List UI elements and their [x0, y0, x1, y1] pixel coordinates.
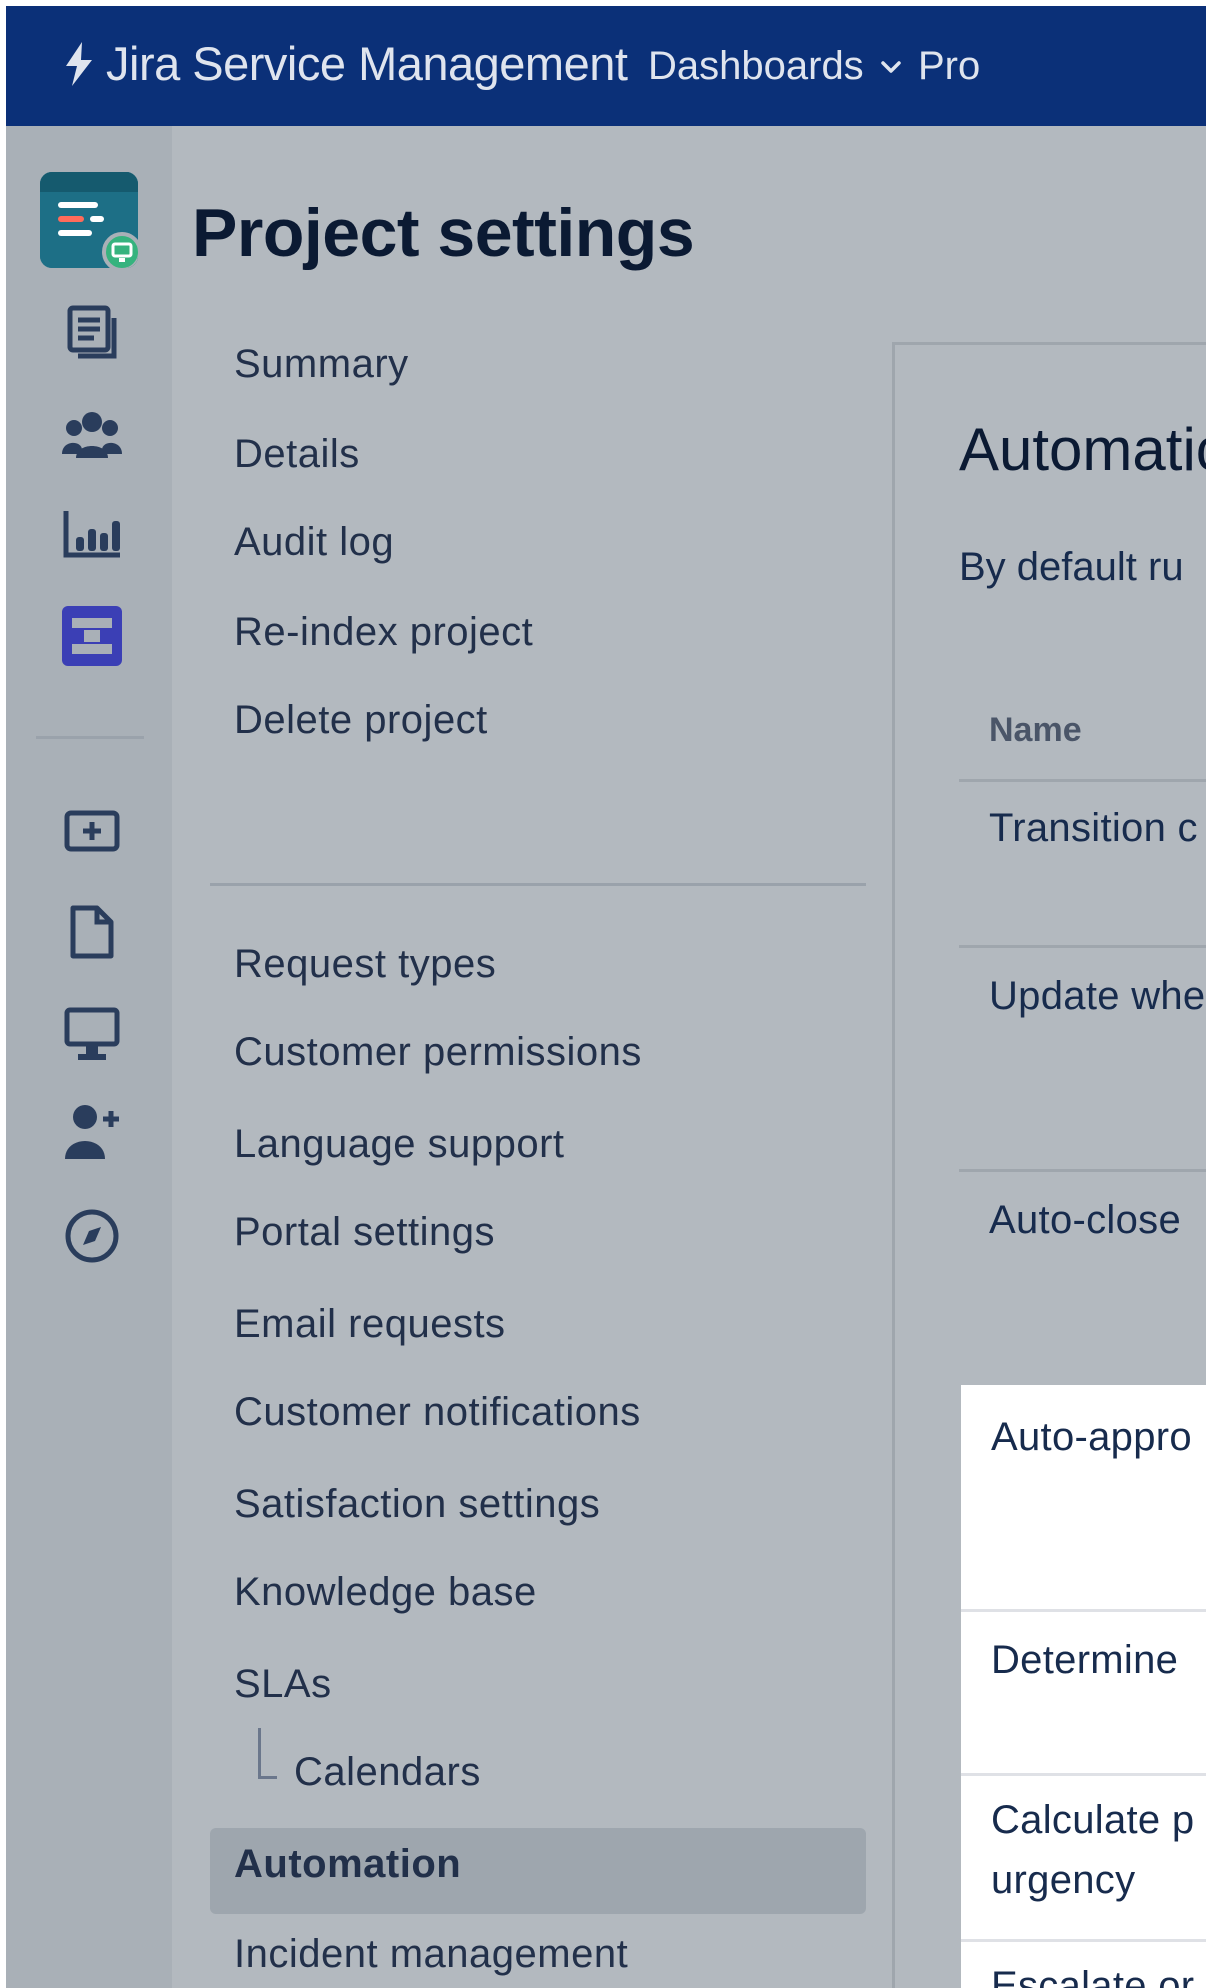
projects-label: Pro: [918, 44, 981, 88]
product-logo[interactable]: Jira Service Management: [62, 36, 628, 91]
bolt-icon: [66, 41, 92, 86]
section-title: Automatic: [959, 416, 1206, 483]
add-item-icon[interactable]: [62, 802, 122, 862]
table-row[interactable]: Transition c: [959, 779, 1206, 942]
rule-name[interactable]: Auto-appro: [991, 1415, 1192, 1460]
column-header-name[interactable]: Name: [989, 711, 1082, 750]
nav-divider: [210, 883, 866, 886]
nav-automation[interactable]: Automation: [234, 1842, 461, 1887]
nav-summary[interactable]: Summary: [234, 342, 409, 387]
nav-customer-permissions[interactable]: Customer permissions: [234, 1030, 642, 1075]
rule-name[interactable]: Update whe: [989, 974, 1205, 1019]
sub-item-connector: [258, 1728, 277, 1779]
nav-satisfaction-settings[interactable]: Satisfaction settings: [234, 1482, 600, 1527]
customers-icon[interactable]: [62, 404, 122, 464]
nav-calendars[interactable]: Calendars: [294, 1750, 481, 1795]
app-frame: Jira Service Management Dashboards Pro P…: [6, 6, 1206, 1988]
rules-panel: Auto-appro Determine Calculate p urgency…: [961, 1385, 1206, 1988]
nav-audit-log[interactable]: Audit log: [234, 520, 394, 565]
table-row[interactable]: Auto-close: [959, 1169, 1206, 1372]
rule-name[interactable]: Auto-close: [989, 1198, 1181, 1243]
queues-icon[interactable]: [62, 302, 122, 362]
table-row[interactable]: Escalate or: [961, 1939, 1206, 1988]
nav-language-support[interactable]: Language support: [234, 1122, 565, 1167]
nav-incident-management[interactable]: Incident management: [234, 1932, 628, 1977]
nav-customer-notifications[interactable]: Customer notifications: [234, 1390, 641, 1435]
nav-portal-settings[interactable]: Portal settings: [234, 1210, 495, 1255]
add-user-icon[interactable]: [62, 1102, 122, 1162]
nav-request-types[interactable]: Request types: [234, 942, 496, 987]
dashboards-menu[interactable]: Dashboards: [648, 44, 902, 89]
top-navigation: Jira Service Management Dashboards Pro: [6, 6, 1206, 126]
projects-menu[interactable]: Pro: [918, 44, 980, 89]
nav-details[interactable]: Details: [234, 432, 360, 477]
project-avatar-icon[interactable]: [40, 172, 138, 268]
settings-navigation: Summary Details Audit log Re-index proje…: [172, 342, 895, 1988]
main-content: Automatic By default ru Name Transition …: [895, 345, 1206, 1988]
rule-name-continued: urgency: [991, 1858, 1136, 1902]
rule-name[interactable]: Transition c: [989, 806, 1198, 851]
table-row[interactable]: Determine: [961, 1609, 1206, 1772]
compass-icon[interactable]: [62, 1206, 122, 1266]
product-name: Jira Service Management: [106, 37, 628, 90]
reports-icon[interactable]: [62, 504, 122, 564]
sidebar-divider: [36, 736, 144, 739]
table-row[interactable]: Calculate p urgency: [961, 1773, 1206, 1940]
nav-knowledge-base[interactable]: Knowledge base: [234, 1570, 537, 1615]
nav-delete-project[interactable]: Delete project: [234, 698, 488, 743]
rule-name[interactable]: Escalate or: [991, 1964, 1194, 1988]
rule-name[interactable]: Calculate p: [991, 1798, 1194, 1843]
nav-slas[interactable]: SLAs: [234, 1662, 332, 1707]
dashboards-label: Dashboards: [648, 44, 864, 88]
rule-name[interactable]: Determine: [991, 1638, 1178, 1683]
nav-email-requests[interactable]: Email requests: [234, 1302, 506, 1347]
page-title: Project settings: [192, 195, 695, 271]
chevron-down-icon: [880, 60, 901, 73]
monitor-icon[interactable]: [62, 1004, 122, 1064]
section-description: By default ru: [959, 545, 1184, 589]
table-row[interactable]: Update whe: [959, 945, 1206, 1168]
service-desk-icon[interactable]: [62, 606, 122, 666]
page-icon[interactable]: [62, 902, 122, 962]
nav-reindex-project[interactable]: Re-index project: [234, 610, 533, 655]
table-row[interactable]: Auto-appro: [961, 1385, 1206, 1605]
